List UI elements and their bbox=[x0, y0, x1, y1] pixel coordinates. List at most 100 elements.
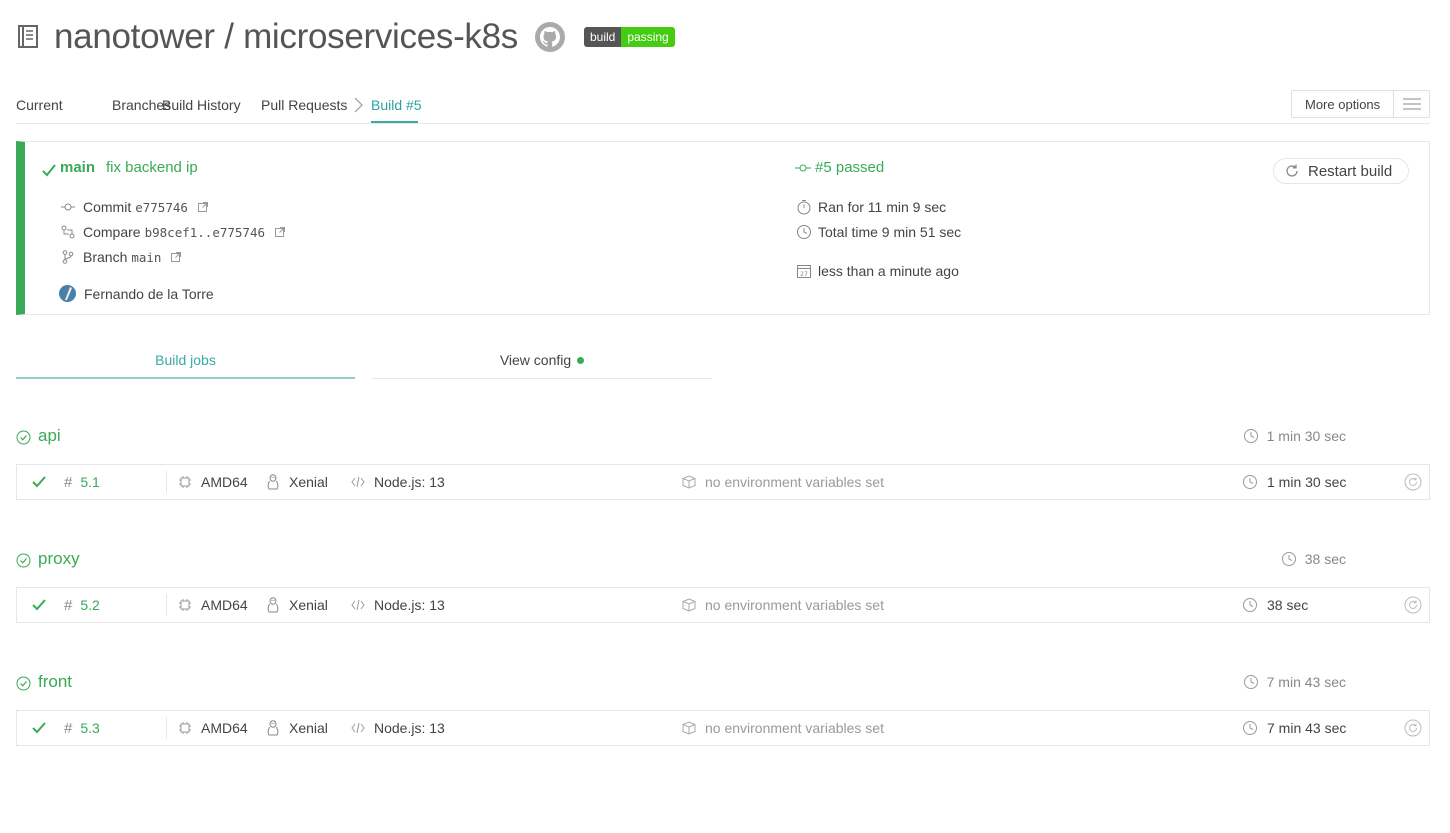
hash-icon: # bbox=[64, 719, 73, 737]
box-icon bbox=[682, 721, 696, 735]
job-language-text: Node.js: 13 bbox=[374, 597, 445, 613]
when-text: less than a minute ago bbox=[818, 263, 959, 279]
restart-icon bbox=[1286, 164, 1298, 177]
author-row: Fernando de la Torre bbox=[59, 285, 214, 302]
tab-pull-requests[interactable]: Pull Requests bbox=[261, 97, 347, 113]
avatar bbox=[59, 285, 76, 302]
job-row[interactable]: #5.3 AMD64 Xenial Node.js: 13 no environ… bbox=[16, 710, 1430, 746]
stage-name: api bbox=[38, 426, 61, 445]
compare-row[interactable]: Compare b98cef1..e775746 bbox=[61, 224, 286, 240]
job-row[interactable]: #5.2 AMD64 Xenial Node.js: 13 no environ… bbox=[16, 587, 1430, 623]
divider bbox=[166, 594, 167, 616]
external-link-icon bbox=[171, 252, 182, 262]
box-icon bbox=[682, 475, 696, 489]
author-name: Fernando de la Torre bbox=[84, 285, 214, 302]
job-number-text: 5.1 bbox=[80, 474, 100, 490]
linux-icon bbox=[267, 474, 279, 490]
check-circle-icon bbox=[16, 676, 31, 691]
job-arch-text: AMD64 bbox=[201, 597, 248, 613]
code-icon bbox=[351, 722, 365, 734]
cpu-icon bbox=[179, 722, 191, 734]
check-icon bbox=[31, 711, 47, 745]
cpu-icon bbox=[179, 476, 191, 488]
commit-row[interactable]: Commit e775746 bbox=[61, 199, 208, 215]
clock-icon bbox=[1243, 721, 1257, 735]
job-duration: 1 min 30 sec bbox=[1242, 465, 1346, 499]
job-arch-text: AMD64 bbox=[201, 474, 248, 490]
job-arch: AMD64 bbox=[178, 588, 248, 622]
job-duration-text: 1 min 30 sec bbox=[1267, 474, 1347, 490]
commit-icon bbox=[61, 200, 75, 214]
external-link-icon bbox=[197, 202, 208, 212]
stage-name: front bbox=[38, 672, 73, 691]
repo-name[interactable]: microservices-k8s bbox=[243, 17, 518, 56]
tab-build-jobs[interactable]: Build jobs bbox=[16, 344, 355, 379]
build-jobs-label: Build jobs bbox=[155, 352, 216, 368]
build-status: #5 passed bbox=[795, 159, 884, 176]
job-number: #5.2 bbox=[64, 588, 100, 622]
stopwatch-icon bbox=[796, 199, 812, 215]
tab-view-config[interactable]: View config bbox=[372, 344, 712, 379]
hash-icon: # bbox=[64, 596, 73, 614]
external-link-icon bbox=[275, 227, 286, 237]
calendar-day: 27 bbox=[800, 271, 808, 278]
compare-label: Compare bbox=[83, 224, 141, 240]
build-status-badge[interactable]: build passing bbox=[584, 27, 675, 47]
stage-name: proxy bbox=[38, 549, 80, 568]
more-options-button[interactable]: More options bbox=[1291, 90, 1430, 118]
divider bbox=[166, 717, 167, 739]
stage-header: api 1 min 30 sec bbox=[16, 426, 1430, 450]
job-os: Xenial bbox=[266, 711, 328, 745]
restart-job-icon[interactable] bbox=[1404, 588, 1422, 622]
stage-duration-text: 38 sec bbox=[1304, 551, 1346, 567]
compare-range: b98cef1..e775746 bbox=[144, 224, 266, 240]
stage-header: proxy 38 sec bbox=[16, 549, 1430, 573]
total-time-row: Total time 9 min 51 sec bbox=[796, 224, 961, 240]
repo-title: nanotower / microservices-k8s bbox=[54, 17, 518, 57]
stage-duration: 1 min 30 sec bbox=[1243, 428, 1346, 444]
branch-row[interactable]: Branch main bbox=[61, 249, 182, 265]
when-row: 27 less than a minute ago bbox=[796, 263, 959, 279]
job-language: Node.js: 13 bbox=[351, 588, 445, 622]
tab-current[interactable]: Current bbox=[16, 97, 63, 113]
clock-icon bbox=[1243, 598, 1257, 612]
clock-icon bbox=[1281, 552, 1296, 566]
tab-build[interactable]: Build #5 bbox=[371, 97, 422, 113]
check-icon bbox=[42, 164, 56, 177]
job-arch-text: AMD64 bbox=[201, 720, 248, 736]
restart-job-icon[interactable] bbox=[1404, 711, 1422, 745]
repo-owner[interactable]: nanotower bbox=[54, 17, 215, 56]
build-status-text: #5 passed bbox=[815, 159, 885, 176]
build-branch[interactable]: main bbox=[60, 159, 95, 176]
job-row[interactable]: #5.1 AMD64 Xenial Node.js: 13 no environ… bbox=[16, 464, 1430, 500]
job-number-text: 5.2 bbox=[80, 597, 100, 613]
job-env: no environment variables set bbox=[682, 711, 884, 745]
status-dot bbox=[577, 357, 585, 364]
restart-build-button[interactable]: Restart build bbox=[1273, 158, 1409, 184]
github-icon[interactable] bbox=[534, 21, 566, 53]
restart-job-icon[interactable] bbox=[1404, 465, 1422, 499]
clock-icon bbox=[1243, 429, 1258, 443]
check-circle-icon bbox=[16, 430, 31, 445]
stage-duration: 38 sec bbox=[1281, 551, 1346, 567]
tab-build-history[interactable]: Build History bbox=[162, 97, 241, 113]
clock-icon bbox=[1243, 675, 1258, 689]
job-env: no environment variables set bbox=[682, 588, 884, 622]
repo-icon bbox=[18, 25, 38, 48]
check-icon bbox=[31, 465, 47, 499]
repo-header: nanotower / microservices-k8s build pass… bbox=[16, 14, 675, 60]
job-os: Xenial bbox=[266, 465, 328, 499]
commit-message: fix backend ip bbox=[106, 159, 198, 176]
clock-icon bbox=[796, 224, 812, 240]
code-icon bbox=[351, 599, 365, 611]
calendar-icon: 27 bbox=[796, 263, 812, 279]
job-env: no environment variables set bbox=[682, 465, 884, 499]
badge-status: passing bbox=[621, 27, 675, 47]
linux-icon bbox=[267, 720, 279, 736]
commit-label: Commit bbox=[83, 199, 132, 215]
cpu-icon bbox=[179, 599, 191, 611]
commit-sha: e775746 bbox=[135, 199, 188, 215]
linux-icon bbox=[267, 597, 279, 613]
badge-label: build bbox=[584, 27, 622, 47]
hash-icon: # bbox=[64, 473, 73, 491]
